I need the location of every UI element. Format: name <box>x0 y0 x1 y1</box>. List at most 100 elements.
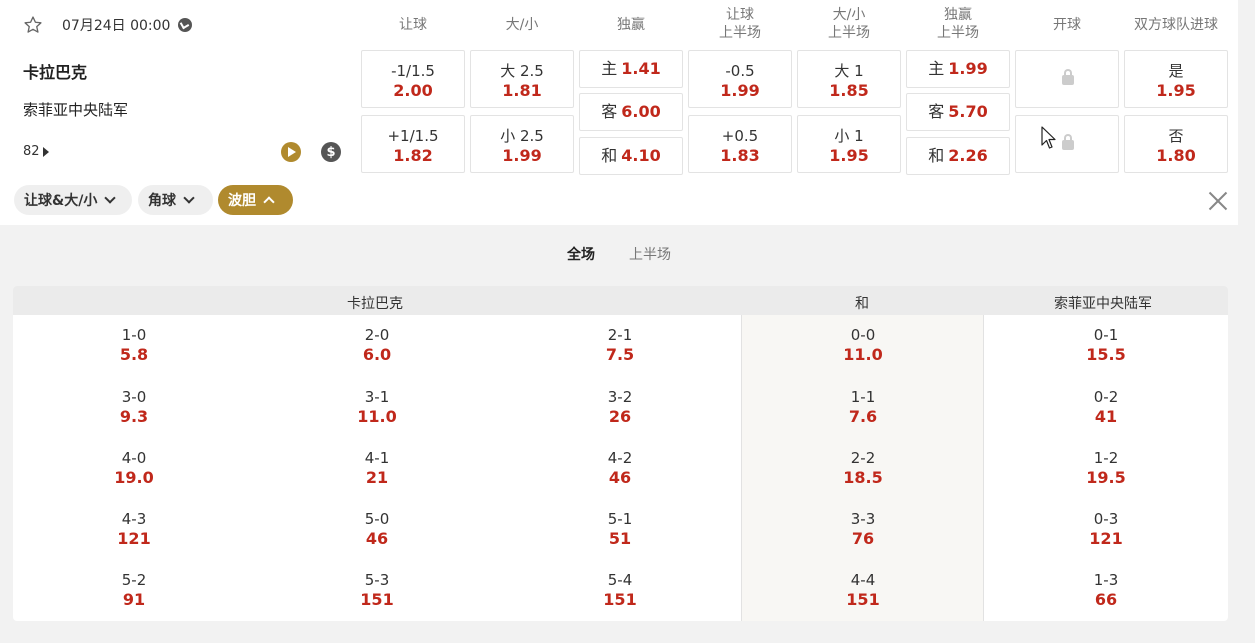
score-label: 1-1 <box>850 388 876 406</box>
odds-total-1h-under[interactable]: 小 1 1.95 <box>797 115 901 173</box>
score-odds: 66 <box>1094 590 1118 609</box>
odds-moneyline-draw[interactable]: 和 4.10 <box>579 137 683 175</box>
score-label: 2-2 <box>850 449 876 467</box>
score-odds: 11.0 <box>843 345 883 364</box>
correct-score-cell[interactable]: 5-4 151 <box>570 571 670 610</box>
score-odds: 76 <box>851 529 875 548</box>
score-label: 1-0 <box>121 326 147 344</box>
score-label: 4-0 <box>121 449 147 467</box>
score-odds: 5.8 <box>119 345 149 364</box>
cashout-button[interactable]: $ <box>321 142 341 162</box>
correct-score-cell[interactable]: 3-0 9.3 <box>84 388 184 427</box>
period-tabs: 全场 上半场 <box>0 244 1238 264</box>
odds-handicap-away[interactable]: +1/1.5 1.82 <box>361 115 465 173</box>
score-odds: 26 <box>608 407 632 426</box>
column-header-handicap: 让球 <box>399 17 427 33</box>
correct-score-cell[interactable]: 2-2 18.5 <box>813 449 913 488</box>
correct-score-cell[interactable]: 0-0 11.0 <box>813 326 913 365</box>
more-markets-count: 82 <box>23 144 40 159</box>
correct-score-cell[interactable]: 0-2 41 <box>1056 388 1156 427</box>
correct-score-cell[interactable]: 5-1 51 <box>570 510 670 549</box>
lock-icon <box>1062 69 1074 85</box>
odds-total-1h-over[interactable]: 大 1 1.85 <box>797 50 901 108</box>
score-label: 2-1 <box>607 326 633 344</box>
score-odds: 7.6 <box>848 407 878 426</box>
correct-score-cell[interactable]: 1-3 66 <box>1056 571 1156 610</box>
odds-total-over[interactable]: 大 2.5 1.81 <box>470 50 574 108</box>
correct-score-cell[interactable]: 1-2 19.5 <box>1056 449 1156 488</box>
correct-score-cell[interactable]: 1-0 5.8 <box>84 326 184 365</box>
correct-score-cell[interactable]: 4-1 21 <box>327 449 427 488</box>
filter-correct-score[interactable]: 波胆 <box>218 185 293 215</box>
tab-full-time[interactable]: 全场 <box>567 244 595 264</box>
odds-total-under[interactable]: 小 2.5 1.99 <box>470 115 574 173</box>
score-label: 5-4 <box>607 571 633 589</box>
odds-moneyline-1h-away[interactable]: 客 5.70 <box>906 93 1010 131</box>
score-label: 1-2 <box>1093 449 1119 467</box>
correct-score-cell[interactable]: 1-1 7.6 <box>813 388 913 427</box>
score-odds: 121 <box>117 529 151 548</box>
score-label: 3-0 <box>121 388 147 406</box>
odds-handicap-1h-home[interactable]: -0.5 1.99 <box>688 50 792 108</box>
correct-score-cell[interactable]: 4-4 151 <box>813 571 913 610</box>
score-label: 1-3 <box>1093 571 1119 589</box>
score-label: 4-3 <box>121 510 147 528</box>
correct-score-cell[interactable]: 3-3 76 <box>813 510 913 549</box>
odds-handicap-home[interactable]: -1/1.5 2.00 <box>361 50 465 108</box>
column-header-total-1h: 大/小 上半场 <box>828 7 870 41</box>
score-odds: 151 <box>603 590 637 609</box>
score-odds: 121 <box>1089 529 1123 548</box>
score-label: 3-3 <box>850 510 876 528</box>
correct-score-cell[interactable]: 0-1 15.5 <box>1056 326 1156 365</box>
score-odds: 46 <box>365 529 389 548</box>
correct-score-cell[interactable]: 3-1 11.0 <box>327 388 427 427</box>
odds-moneyline-home[interactable]: 主 1.41 <box>579 50 683 88</box>
score-label: 5-2 <box>121 571 147 589</box>
close-icon[interactable] <box>1206 189 1230 213</box>
score-label: 0-1 <box>1093 326 1119 344</box>
correct-score-cell[interactable]: 5-0 46 <box>327 510 427 549</box>
dollar-icon: $ <box>326 144 336 160</box>
page: 07月24日 00:00 卡拉巴克 索菲亚中央陆军 82 $ 让球 大/小 独赢… <box>0 0 1255 643</box>
score-label: 3-2 <box>607 388 633 406</box>
correct-score-cell[interactable]: 2-0 6.0 <box>327 326 427 365</box>
score-odds: 41 <box>1094 407 1118 426</box>
score-label: 2-0 <box>364 326 390 344</box>
odds-btts-yes[interactable]: 是 1.95 <box>1124 50 1228 108</box>
score-odds: 151 <box>846 590 880 609</box>
filter-hdp-ou[interactable]: 让球&大/小 <box>14 185 132 215</box>
column-header-handicap-1h: 让球 上半场 <box>719 7 761 41</box>
filter-corners[interactable]: 角球 <box>138 185 213 215</box>
score-odds: 7.5 <box>605 345 635 364</box>
live-stream-button[interactable] <box>281 142 301 162</box>
correct-score-cell[interactable]: 2-1 7.5 <box>570 326 670 365</box>
odds-moneyline-1h-draw[interactable]: 和 2.26 <box>906 137 1010 175</box>
score-label: 0-3 <box>1093 510 1119 528</box>
clock-icon <box>178 18 193 32</box>
score-odds: 19.5 <box>1086 468 1126 487</box>
odds-kickoff-locked-2 <box>1015 115 1119 173</box>
correct-score-cell[interactable]: 3-2 26 <box>570 388 670 427</box>
column-header-moneyline-1h: 独赢 上半场 <box>937 7 979 41</box>
correct-score-cell[interactable]: 4-0 19.0 <box>84 449 184 488</box>
column-header-total: 大/小 <box>505 17 539 33</box>
score-odds: 11.0 <box>357 407 397 426</box>
correct-score-cell[interactable]: 4-2 46 <box>570 449 670 488</box>
correct-score-cell[interactable]: 5-2 91 <box>84 571 184 610</box>
correct-score-cell[interactable]: 5-3 151 <box>327 571 427 610</box>
correct-score-cell[interactable]: 0-3 121 <box>1056 510 1156 549</box>
odds-handicap-1h-away[interactable]: +0.5 1.83 <box>688 115 792 173</box>
odds-moneyline-away[interactable]: 客 6.00 <box>579 93 683 131</box>
away-team-name: 索菲亚中央陆军 <box>23 101 129 119</box>
mouse-cursor-icon <box>1041 126 1056 149</box>
score-odds: 51 <box>608 529 632 548</box>
lock-icon <box>1062 134 1074 150</box>
tab-first-half[interactable]: 上半场 <box>629 244 671 264</box>
odds-moneyline-1h-home[interactable]: 主 1.99 <box>906 50 1010 88</box>
correct-score-cell[interactable]: 4-3 121 <box>84 510 184 549</box>
favorite-star-icon[interactable] <box>22 14 44 36</box>
more-markets-link[interactable]: 82 <box>23 144 49 159</box>
odds-btts-no[interactable]: 否 1.80 <box>1124 115 1228 173</box>
column-header-btts: 双方球队进球 <box>1134 17 1218 33</box>
score-label: 0-2 <box>1093 388 1119 406</box>
